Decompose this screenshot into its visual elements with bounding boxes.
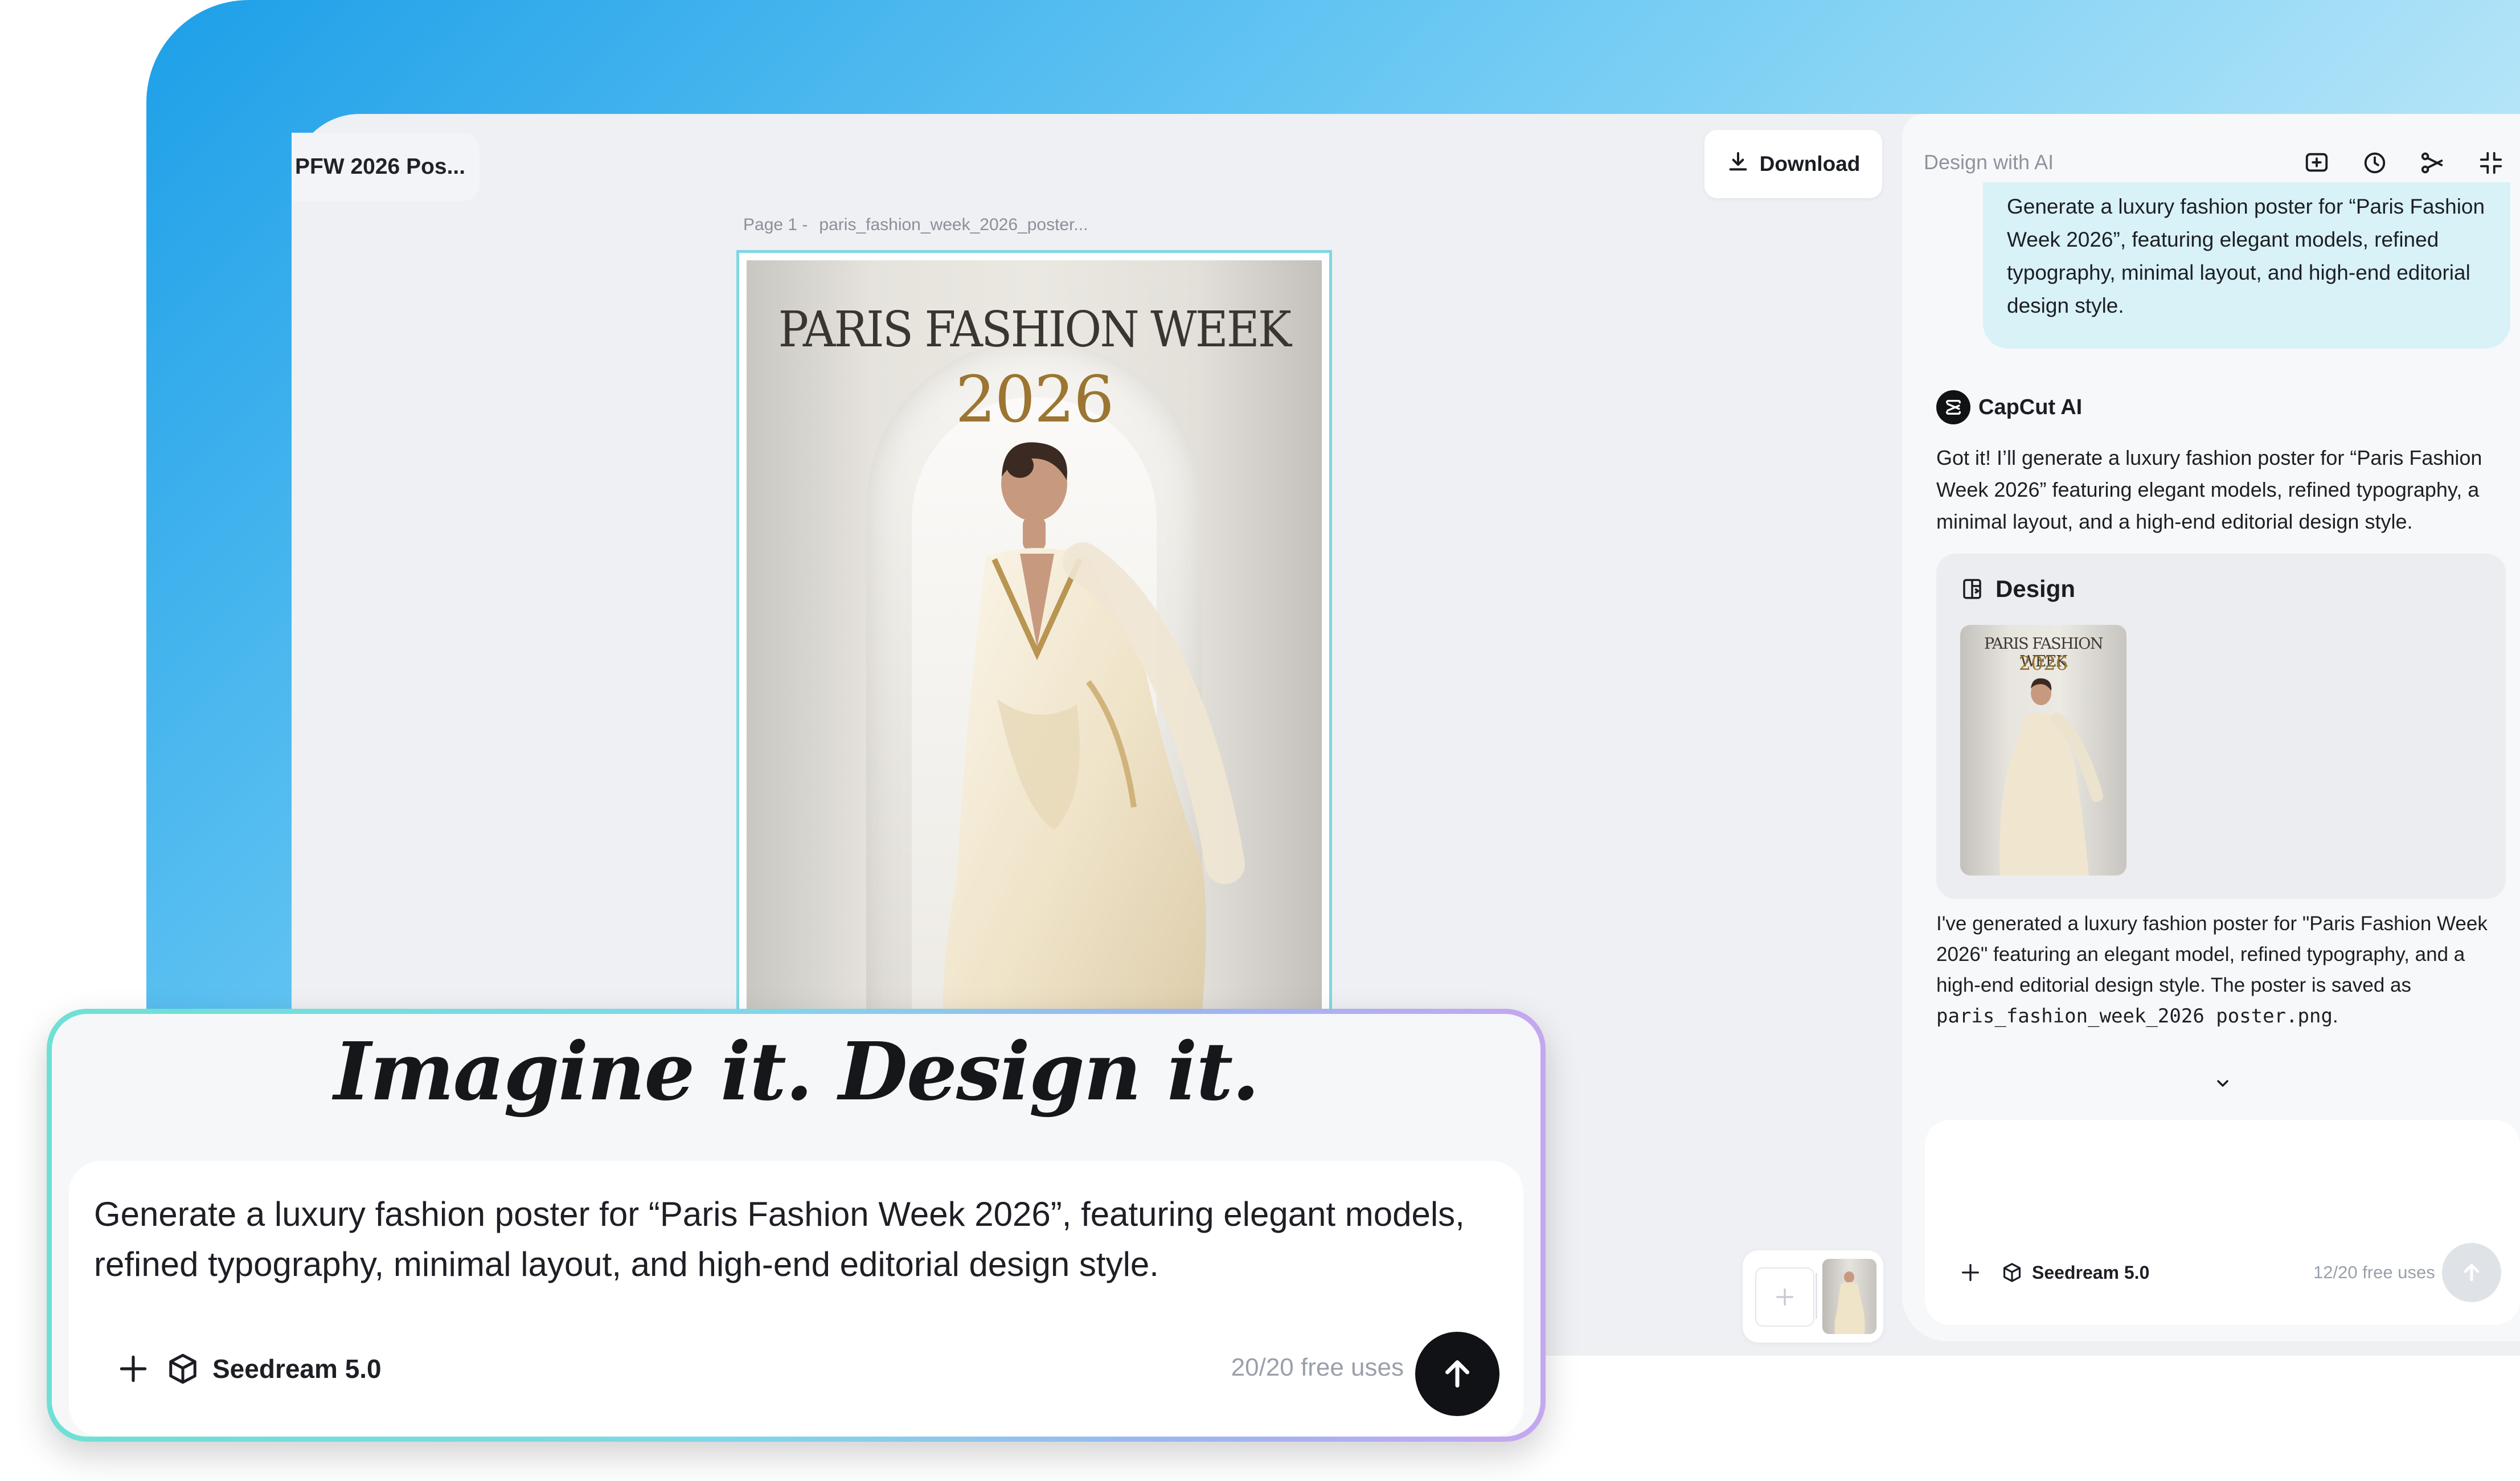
design-thumb-figure [1999,678,2103,875]
design-icon [1963,579,1981,599]
download-label: Download [1759,152,1861,175]
design-thumbnail[interactable]: PARIS FASHION WEEK 2026 [1960,625,2126,875]
assistant-name: CapCut AI [1978,395,2083,419]
ai-design-panel: Design with AI Generate a luxury fashion… [1902,114,2520,1341]
plus-icon [1962,1264,1979,1281]
assistant-result-text: I've generated a luxury fashion poster f… [1936,909,2500,1032]
result-message: I've generated a luxury fashion poster f… [1936,913,2488,996]
panel-model-name: Seedream 5.0 [2032,1262,2150,1283]
composer-add-button[interactable] [113,1349,153,1389]
document-title[interactable]: PFW 2026 Pos... [292,133,480,201]
poster-model-figure [942,442,1245,1010]
plus-icon [1776,1288,1793,1306]
design-card-title: Design [1960,575,2075,603]
design-result-card[interactable]: Design PARIS FASHION WEEK 2026 [1936,554,2506,899]
assistant-reply: Got it! I’ll generate a luxury fashion p… [1936,446,2482,533]
arrow-up-icon [1445,1360,1469,1388]
new-chat-icon[interactable] [2301,147,2333,179]
divider [1816,1273,1817,1319]
history-icon[interactable] [2359,147,2391,179]
poster-year: 2026 [955,363,1114,437]
model-selector[interactable]: Seedream 5.0 [166,1349,382,1389]
cube-icon [169,1353,196,1384]
arrow-up-icon [2464,1263,2480,1282]
result-end: . [2332,1005,2338,1027]
panel-add-button[interactable] [1954,1257,1986,1288]
add-page-button[interactable] [1755,1267,1814,1327]
panel-title: Design with AI [1924,150,2054,174]
share-icon[interactable] [2417,147,2449,179]
poster-image: PARIS FASHION WEEK 2026 [747,260,1322,1010]
page-thumbnail-strip [1743,1250,1883,1343]
user-message-bubble: Generate a luxury fashion poster for “Pa… [1983,182,2510,349]
assistant-header: CapCut AI [1936,390,2082,424]
page-number: Page 1 - [743,215,808,234]
poster-canvas[interactable]: PARIS FASHION WEEK 2026 [736,250,1332,1013]
panel-free-uses: 12/20 free uses [2313,1262,2435,1282]
send-button[interactable] [1415,1332,1499,1416]
download-icon [1727,150,1749,178]
result-filename: paris_fashion_week_2026 poster.png [1936,1005,2333,1028]
free-uses-counter: 20/20 free uses [1231,1353,1404,1381]
design-card-label: Design [1995,575,2076,602]
hero-slogan: Imagine it. Design it. [334,1025,1260,1119]
download-button[interactable]: Download [1704,130,1882,198]
prompt-composer: Imagine it. Design it. Generate a luxury… [47,1009,1546,1442]
panel-model-selector[interactable]: Seedream 5.0 [2001,1257,2149,1288]
page-thumbnail[interactable] [1822,1259,1876,1334]
capcut-logo-icon [1936,390,1970,424]
prompt-card[interactable]: Generate a luxury fashion poster for “Pa… [69,1161,1523,1437]
model-name: Seedream 5.0 [212,1354,382,1384]
page-label: Page 1 - paris_fashion_week_2026_poster..… [743,215,1088,235]
page-filename: paris_fashion_week_2026_poster... [819,215,1088,234]
panel-chat-input[interactable]: Seedream 5.0 12/20 free uses [1925,1120,2520,1325]
collapse-icon[interactable] [2475,147,2507,179]
page-thumbnail-figure [1834,1271,1865,1334]
poster-headline: PARIS FASHION WEEK [778,301,1292,358]
prompt-input[interactable]: Generate a luxury fashion poster for “Pa… [94,1189,1484,1290]
panel-toolbar [2301,140,2507,186]
cube-icon [2003,1263,2021,1282]
panel-send-button[interactable] [2442,1243,2501,1302]
plus-icon [120,1355,147,1382]
scroll-down-icon[interactable] [2211,1072,2234,1095]
